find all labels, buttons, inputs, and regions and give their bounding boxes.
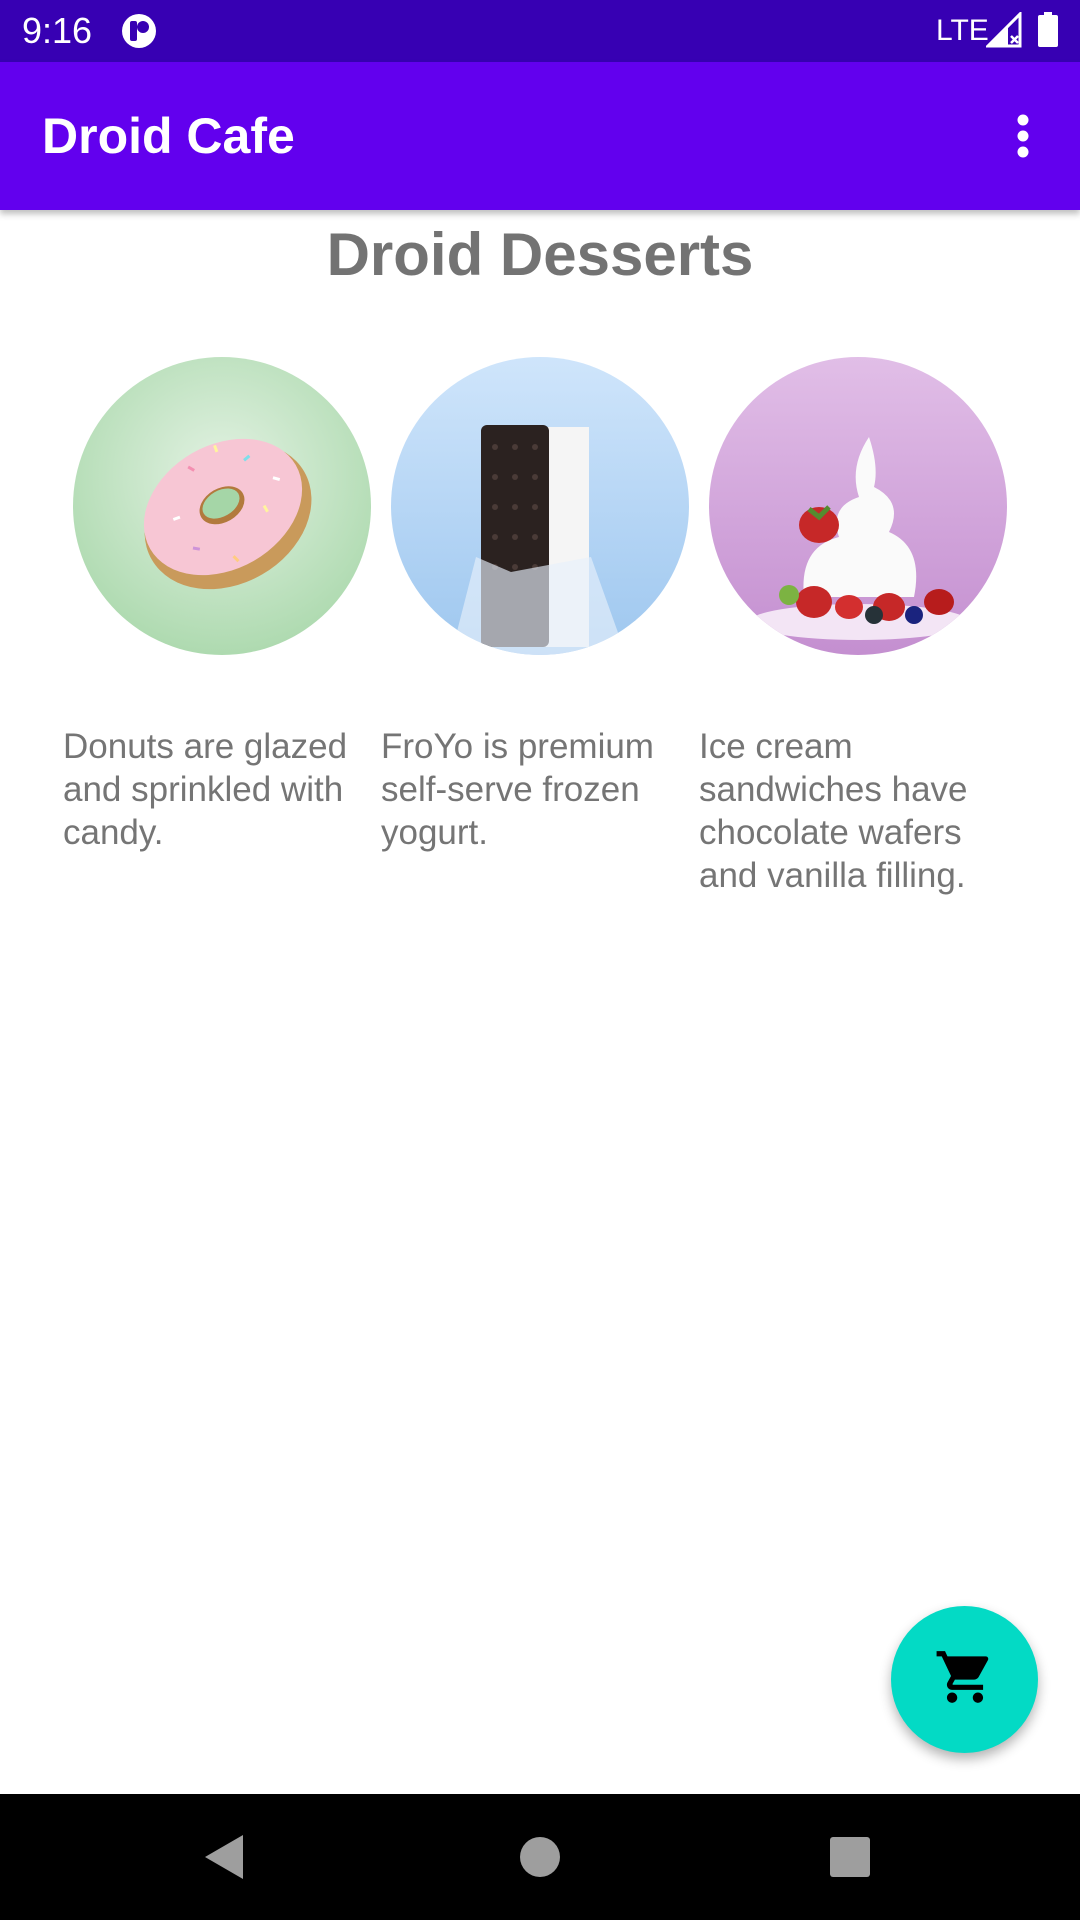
status-bar: 9:16 LTE xyxy=(0,0,1080,62)
navigation-bar xyxy=(0,1794,1080,1920)
shopping-cart-icon xyxy=(934,1646,996,1713)
dessert-description: Donuts are glazed and sprinkled with can… xyxy=(63,727,348,852)
app-title: Droid Cafe xyxy=(42,108,295,164)
ice-cream-sandwich-image[interactable] xyxy=(391,357,689,655)
home-icon[interactable] xyxy=(510,1827,570,1887)
donut-image[interactable] xyxy=(73,357,371,655)
froyo-image[interactable] xyxy=(709,357,1007,655)
status-time: 9:16 xyxy=(22,10,93,51)
app-bar: Droid Cafe xyxy=(0,62,1080,210)
back-icon[interactable] xyxy=(195,1827,255,1887)
signal-icon xyxy=(984,10,1022,48)
dessert-description: FroYo is premium self-serve frozen yogur… xyxy=(381,727,654,852)
more-vert-icon[interactable] xyxy=(995,102,1051,170)
shopping-cart-button[interactable] xyxy=(891,1606,1038,1753)
app-notification-icon xyxy=(120,12,158,50)
dessert-description: Ice cream sandwiches have chocolate wafe… xyxy=(699,727,968,895)
screen: 9:16 LTE Droid Cafe Droid Desserts Donut… xyxy=(0,0,1080,1920)
page-title: Droid Desserts xyxy=(326,221,754,288)
battery-icon xyxy=(1037,12,1059,48)
status-network: LTE xyxy=(936,14,989,47)
recents-icon[interactable] xyxy=(820,1827,880,1887)
